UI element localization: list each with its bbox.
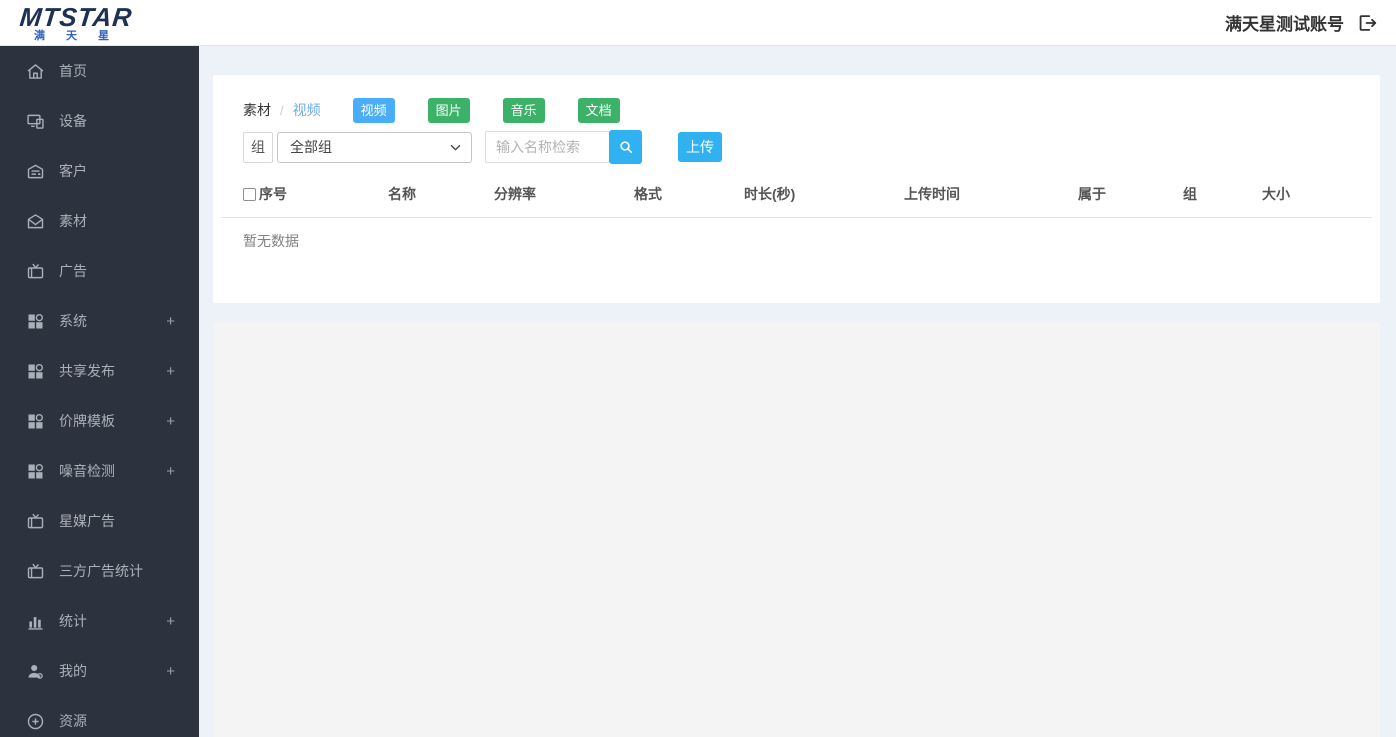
expand-plus-icon[interactable]: + [166,663,175,680]
upload-button[interactable]: 上传 [678,132,722,162]
sidebar-item-price-tag-templates[interactable]: 价牌模板 + [0,396,199,446]
breadcrumb-current[interactable]: 视频 [293,100,321,120]
sidebar-item-label: 系统 [59,313,87,329]
sidebar-item-label: 价牌模板 [59,413,115,429]
sidebar-item-system[interactable]: 系统 + [0,296,199,346]
grid-icon [25,361,46,382]
account-area: 满天星测试账号 [1225,10,1378,35]
customer-icon [25,161,46,182]
grid-icon [25,411,46,432]
header-name: 名称 [388,186,416,202]
expand-plus-icon[interactable]: + [166,463,175,480]
brand-subtitle: 满 天 星 [34,29,119,42]
home-icon [25,61,46,82]
sidebar-item-label: 星媒广告 [59,513,115,529]
sidebar-item-third-party-ad-stats[interactable]: 三方广告统计 [0,546,199,596]
sidebar-item-share-publish[interactable]: 共享发布 + [0,346,199,396]
user-icon [25,661,46,682]
sidebar-item-customers[interactable]: 客户 [0,146,199,196]
account-name: 满天星测试账号 [1225,15,1344,34]
sidebar-item-label: 首页 [59,63,87,79]
sidebar-item-label: 资源 [59,713,87,729]
search-input[interactable] [485,131,609,163]
grid-icon [25,311,46,332]
group-label: 组 [243,131,273,163]
expand-plus-icon[interactable]: + [166,413,175,430]
tab-music[interactable]: 音乐 [502,97,545,123]
expand-plus-icon[interactable]: + [166,363,175,380]
group-select[interactable]: 全部组 [277,131,472,163]
filter-row: 组 全部组 上传 [243,130,1350,164]
materials-table: 序号 名称 分辨率 格式 时长(秒) 上传时间 属于 组 大小 暂无数据 [221,184,1372,251]
sidebar-item-label: 三方广告统计 [59,563,143,579]
breadcrumb: 素材 / 视频 [243,100,321,120]
sidebar-item-label: 噪音检测 [59,463,115,479]
sidebar-item-noise-detection[interactable]: 噪音检测 + [0,446,199,496]
material-icon [25,211,46,232]
header-belongs-to: 属于 [1078,186,1106,202]
sidebar-item-ads[interactable]: 广告 [0,246,199,296]
content-placeholder-area [213,322,1380,737]
header-group: 组 [1183,186,1197,202]
search-button[interactable] [609,130,642,164]
plus-circle-icon [25,711,46,732]
stats-icon [25,611,46,632]
search-group [485,130,642,164]
material-type-tabs: 视频 图片 音乐 文档 [352,97,620,123]
sidebar-item-materials[interactable]: 素材 [0,196,199,246]
logout-icon[interactable] [1356,12,1378,34]
empty-state-text: 暂无数据 [243,233,299,249]
header-format: 格式 [634,186,662,202]
tab-image[interactable]: 图片 [427,97,470,123]
sidebar-item-label: 我的 [59,663,87,679]
sidebar-item-home[interactable]: 首页 [0,46,199,96]
grid-icon [25,461,46,482]
sidebar-item-label: 统计 [59,613,87,629]
table-header-row: 序号 名称 分辨率 格式 时长(秒) 上传时间 属于 组 大小 [221,184,1372,218]
header-duration: 时长(秒) [744,186,796,202]
brand-logo[interactable]: MTSTAR 满 天 星 [18,1,134,42]
sidebar-item-label: 客户 [59,163,87,179]
app-window: MTSTAR 满 天 星 满天星测试账号 首页 设备 客户 素材 广告 系统 +… [0,0,1396,737]
sidebar-item-mine[interactable]: 我的 + [0,646,199,696]
breadcrumb-root[interactable]: 素材 [243,100,271,120]
toolbar-row: 素材 / 视频 视频 图片 音乐 文档 [213,75,1380,123]
materials-panel: 素材 / 视频 视频 图片 音乐 文档 组 全部组 输入名称检索 上传 序号 名… [213,75,1380,303]
top-header: MTSTAR 满 天 星 满天星测试账号 [0,0,1396,46]
header-resolution: 分辨率 [494,186,536,202]
search-icon [618,139,634,155]
devices-icon [25,111,46,132]
sidebar-item-label: 共享发布 [59,363,115,379]
sidebar-item-label: 广告 [59,263,87,279]
tab-document[interactable]: 文档 [577,97,620,123]
sidebar-item-label: 设备 [59,113,87,129]
tab-video[interactable]: 视频 [352,97,395,123]
sidebar-item-label: 素材 [59,213,87,229]
sidebar-item-devices[interactable]: 设备 [0,96,199,146]
sidebar-item-star-media-ads[interactable]: 星媒广告 [0,496,199,546]
select-all-checkbox[interactable] [243,187,256,201]
main-content: 素材 / 视频 视频 图片 音乐 文档 组 全部组 输入名称检索 上传 序号 名… [199,46,1396,737]
brand-wordmark: MTSTAR [18,1,134,32]
breadcrumb-separator: / [280,102,284,118]
expand-plus-icon[interactable]: + [166,613,175,630]
header-serial: 序号 [221,184,388,204]
chevron-down-icon [448,140,463,155]
header-size: 大小 [1262,186,1290,202]
tv-icon [25,561,46,582]
header-upload-time: 上传时间 [904,186,960,202]
sidebar-nav: 首页 设备 客户 素材 广告 系统 + 共享发布 + 价牌模板 + 噪音检测 +… [0,46,199,737]
sidebar-item-statistics[interactable]: 统计 + [0,596,199,646]
tv-icon [25,511,46,532]
group-select-value: 全部组 [290,139,332,155]
expand-plus-icon[interactable]: + [166,313,175,330]
tv-icon [25,261,46,282]
sidebar-item-resources[interactable]: 资源 [0,696,199,737]
